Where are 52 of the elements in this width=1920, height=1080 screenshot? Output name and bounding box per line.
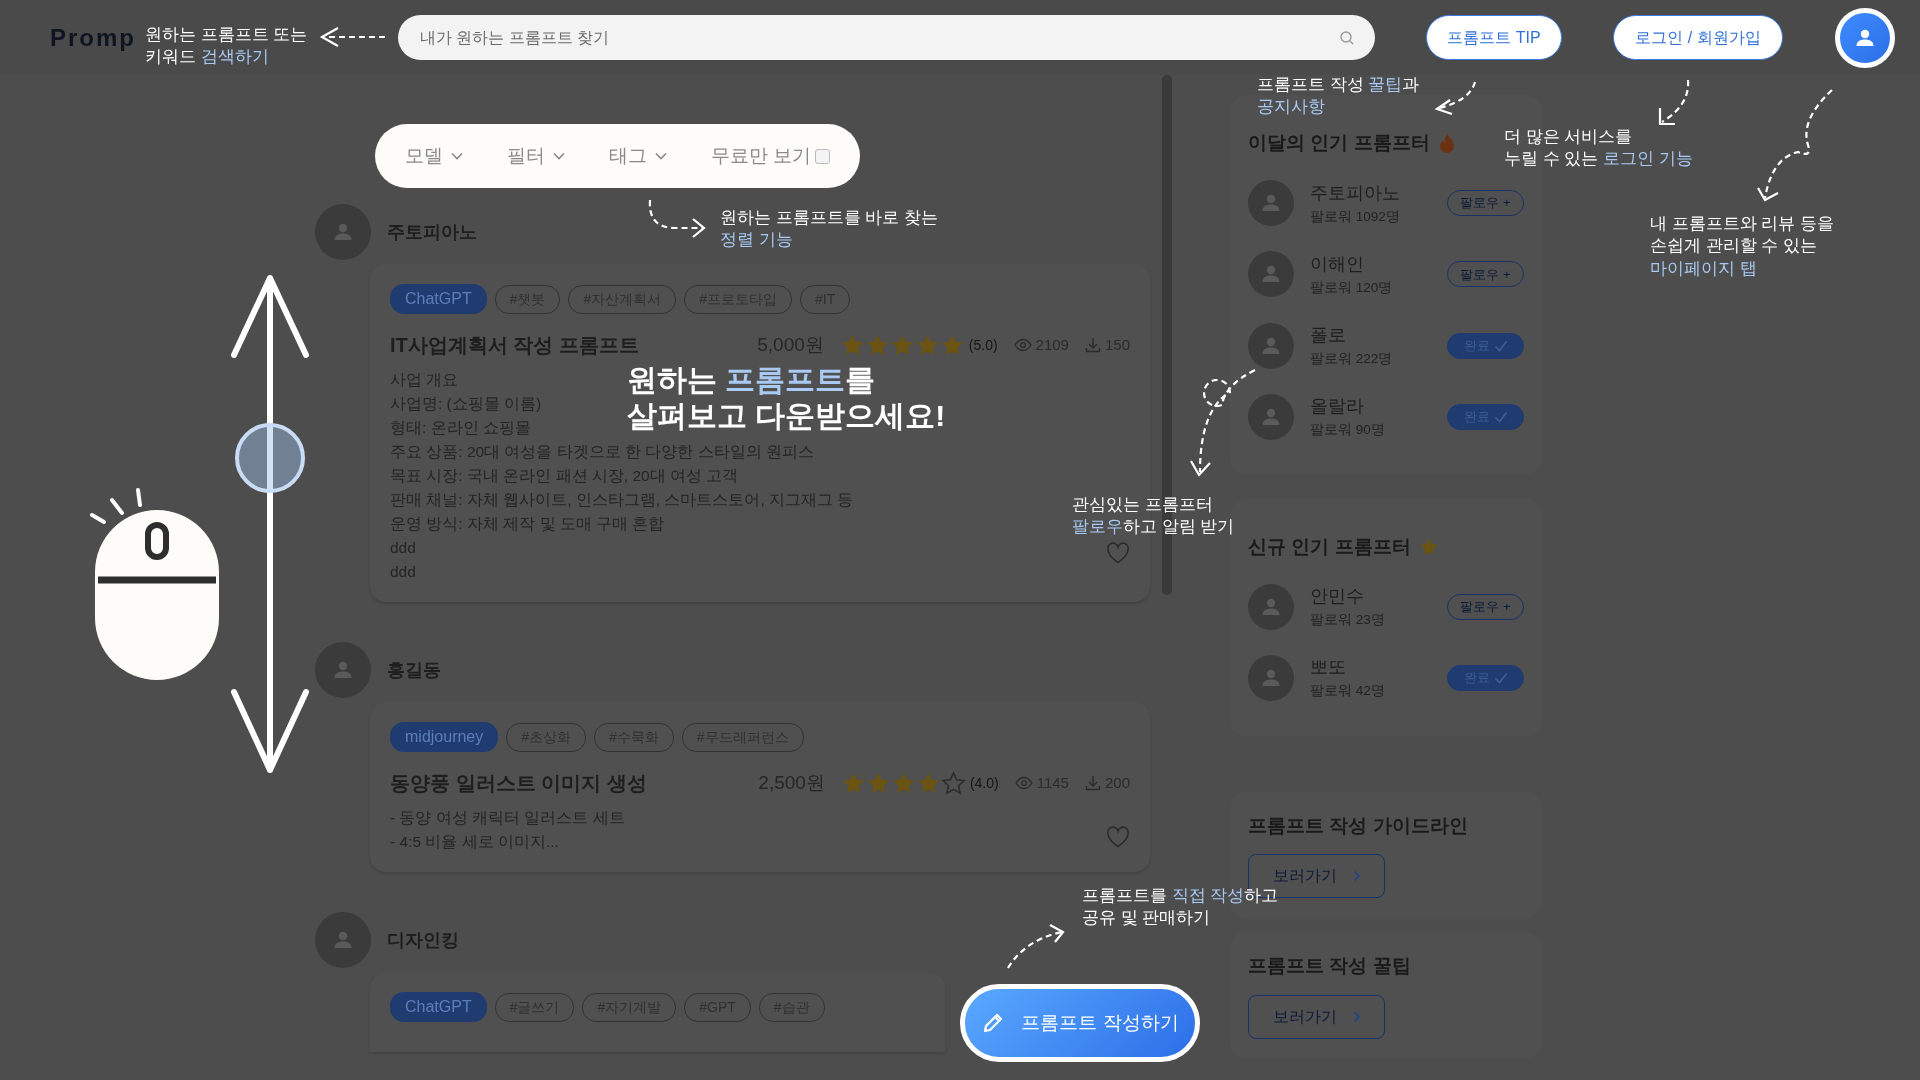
dashed-arrow [648, 199, 706, 238]
mouse-icon [90, 488, 219, 680]
filter-dropdown[interactable]: 필터 [506, 141, 565, 171]
check-icon [1493, 339, 1508, 352]
checkbox-label[interactable]: 무료만 보기 [710, 141, 811, 171]
dashed-arrow [1434, 81, 1477, 116]
dashed-arrow [1658, 79, 1690, 126]
chevron-right-icon [1352, 1010, 1361, 1023]
avatar [1248, 180, 1294, 227]
search-field[interactable]: 내가 원하는 프롬프트 찾기 [398, 15, 1375, 60]
filter-dropdown[interactable]: 태그 [608, 141, 667, 171]
logo: Promp [50, 23, 136, 51]
eye-icon [1013, 338, 1032, 352]
avatar [315, 204, 371, 260]
model-tag: ChatGPT [390, 284, 487, 314]
guide-note: 원하는 프롬프트를 바로 찾는 정렬 기능 [720, 207, 939, 252]
avatar [315, 642, 371, 698]
checkbox[interactable] [815, 148, 830, 164]
check-icon [1493, 671, 1508, 684]
login-button[interactable]: 로그인 / 회원가입 [1613, 15, 1783, 60]
view-button[interactable]: 보러가기 [1248, 994, 1385, 1039]
guide-note: 프롬프트 작성 꿀팁과 공지사항 [1257, 74, 1420, 119]
chevron-down-icon [552, 152, 565, 160]
tip-button[interactable]: 프롬프트 TIP [1426, 15, 1562, 60]
chevron-down-icon [451, 152, 463, 160]
check-icon [1493, 410, 1508, 423]
avatar [1248, 322, 1294, 369]
rating: (5.0) [968, 335, 998, 355]
download-icon [1084, 775, 1101, 791]
avatar [1248, 654, 1294, 701]
search-icon [1339, 30, 1355, 46]
avatar [1248, 583, 1294, 630]
guide-note: 더 많은 서비스를 누릴 수 있는 로그인 기능 [1504, 126, 1693, 171]
chevron-right-icon [1352, 870, 1361, 882]
guide-note: 관심있는 프롬프터 팔로우하고 알림 받기 [1072, 494, 1235, 539]
model-tag: midjourney [390, 722, 499, 752]
avatar [1248, 393, 1294, 440]
download-icon [1084, 337, 1101, 353]
dashed-arrow [1007, 924, 1065, 969]
rating: (4.0) [969, 773, 999, 793]
write-button[interactable]: 프롬프트 작성하기 [960, 984, 1200, 1062]
dashed-arrow [319, 27, 385, 47]
guide-headline: 원하는 프롬프트를 살펴보고 다운받으세요! [627, 362, 946, 434]
avatar [1248, 251, 1294, 298]
guide-note: 원하는 프롬프트 또는 키워드 검색하기 [145, 24, 308, 69]
avatar [315, 912, 371, 968]
guide-note: 내 프롬프트와 리뷰 등을 손쉽게 관리할 수 있는 마이페이지 탭 [1650, 213, 1835, 280]
chevron-down-icon [654, 152, 667, 160]
flame-icon [1437, 132, 1456, 155]
model-tag: ChatGPT [390, 992, 487, 1022]
eye-icon [1014, 776, 1033, 790]
filter-dropdown[interactable]: 모델 [405, 141, 463, 171]
